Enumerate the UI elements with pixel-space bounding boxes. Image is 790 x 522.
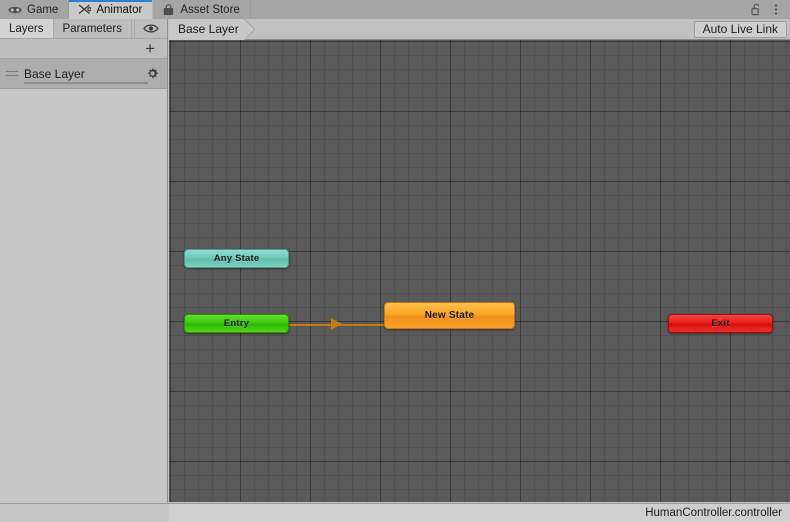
animator-icon — [77, 3, 91, 16]
tab-animator-label: Animator — [96, 3, 143, 16]
eye-icon[interactable] — [134, 19, 167, 38]
state-node-new-state-label: New State — [424, 310, 475, 321]
state-node-exit[interactable]: Exit — [668, 314, 773, 333]
kebab-menu-icon[interactable] — [767, 1, 784, 18]
drag-handle-icon[interactable] — [6, 70, 18, 78]
unlocked-padlock-icon[interactable] — [748, 1, 765, 18]
breadcrumb-separator-icon — [243, 19, 255, 40]
state-machine-canvas[interactable]: Any State Entry New State Exit — [169, 40, 790, 502]
tab-layers[interactable]: Layers — [0, 19, 54, 38]
state-node-new-state[interactable]: New State — [384, 302, 515, 329]
breadcrumb-base-layer-label: Base Layer — [178, 22, 239, 36]
state-node-any-state[interactable]: Any State — [184, 249, 289, 268]
gamepad-icon — [8, 3, 22, 16]
animator-graph-pane: Base Layer Auto Live Link Any State Entr… — [169, 18, 790, 503]
layer-weight-bar[interactable] — [24, 82, 148, 84]
animator-window: Game Animator Asset Store Layers Paramet… — [0, 0, 790, 522]
tab-animator[interactable]: Animator — [69, 0, 154, 19]
tab-game-label: Game — [27, 3, 59, 16]
layers-panel: Layers Parameters + Base Layer — [0, 19, 168, 522]
window-tab-strip: Game Animator Asset Store — [0, 0, 790, 19]
tab-game[interactable]: Game — [0, 0, 70, 19]
tab-parameters-label: Parameters — [62, 22, 122, 35]
transition-arrow-icon — [331, 318, 342, 330]
tab-asset-store-label: Asset Store — [180, 3, 240, 16]
gear-icon[interactable] — [146, 67, 159, 80]
state-node-any-state-label: Any State — [213, 253, 260, 264]
add-layer-button[interactable]: + — [145, 40, 155, 57]
store-bag-icon — [161, 3, 175, 16]
state-node-exit-label: Exit — [711, 318, 730, 329]
breadcrumb-base-layer[interactable]: Base Layer — [169, 18, 243, 40]
tab-parameters[interactable]: Parameters — [53, 19, 132, 38]
graph-toolbar: Base Layer Auto Live Link — [169, 18, 790, 40]
layer-row-base-layer[interactable]: Base Layer — [0, 59, 167, 89]
state-node-entry[interactable]: Entry — [184, 314, 289, 333]
layer-name-label: Base Layer — [24, 66, 85, 81]
window-tab-strip-controls — [748, 0, 790, 19]
controller-name-label: HumanController.controller — [645, 507, 782, 519]
layers-panel-body — [0, 89, 167, 522]
tab-layers-label: Layers — [9, 22, 44, 35]
layers-panel-toolbar: Layers Parameters — [0, 19, 167, 39]
auto-live-link-label: Auto Live Link — [702, 22, 778, 36]
status-bar-left — [0, 503, 169, 522]
status-bar: HumanController.controller — [169, 503, 790, 522]
tab-asset-store[interactable]: Asset Store — [153, 0, 251, 19]
layers-add-bar: + — [0, 39, 167, 59]
auto-live-link-button[interactable]: Auto Live Link — [693, 20, 787, 38]
state-node-entry-label: Entry — [223, 318, 250, 329]
